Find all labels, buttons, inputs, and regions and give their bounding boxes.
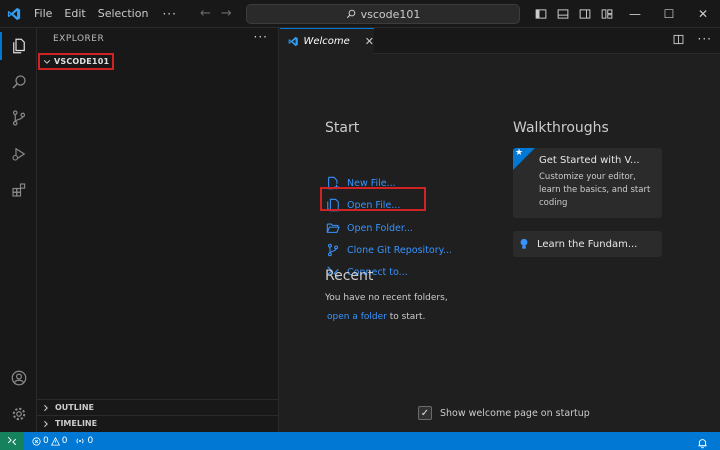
chevron-down-icon: [43, 59, 51, 64]
menu-file[interactable]: File: [28, 0, 58, 28]
recent-suffix-text: to start.: [386, 312, 426, 322]
source-control-icon[interactable]: [0, 100, 37, 136]
editor-area: Welcome ✕ ··· Start New File... Open Fil…: [280, 28, 720, 432]
star-icon: ★: [515, 148, 524, 158]
walkthrough-get-started-card[interactable]: ★ Get Started with V... Customize your e…: [513, 148, 662, 218]
annotation-highlight-box: [320, 187, 426, 211]
warning-icon: [50, 436, 60, 446]
toggle-panel-icon[interactable]: [552, 0, 574, 28]
forward-arrow-icon[interactable]: →: [221, 5, 232, 23]
recent-empty-text: You have no recent folders,: [325, 293, 448, 303]
open-a-folder-link[interactable]: open a folder: [327, 312, 387, 322]
tab-label: Welcome: [303, 36, 350, 47]
open-folder-label: Open Folder...: [347, 222, 413, 234]
recent-open-folder-line: open a folder to start.: [327, 312, 425, 322]
menu-edit[interactable]: Edit: [58, 0, 91, 28]
tab-welcome[interactable]: Welcome ✕: [280, 28, 374, 54]
lightbulb-icon: [520, 238, 528, 249]
walkthrough-title: Learn the Fundam...: [537, 238, 638, 250]
extensions-icon[interactable]: [0, 172, 37, 208]
walkthrough-description: Customize your editor, learn the basics,…: [539, 172, 651, 208]
menu-more-icon[interactable]: ···: [154, 7, 184, 21]
sidebar-more-icon[interactable]: ···: [254, 30, 268, 44]
sidebar-title: EXPLORER: [53, 34, 105, 44]
minimize-button[interactable]: —: [618, 0, 652, 28]
workspace-folder-header[interactable]: VSCODE101: [38, 53, 114, 70]
toggle-secondary-sidebar-icon[interactable]: [574, 0, 596, 28]
vscode-window: File Edit Selection ··· ← → vscode101 — …: [0, 0, 720, 450]
navigation-arrows: ← →: [200, 5, 232, 23]
timeline-section-header[interactable]: TIMELINE: [37, 415, 279, 431]
timeline-label: TIMELINE: [55, 419, 98, 428]
problems-indicator[interactable]: 0 0: [32, 436, 67, 446]
status-bar: 0 0 0: [0, 432, 720, 450]
remote-icon: [7, 436, 17, 446]
open-folder-link[interactable]: Open Folder...: [326, 219, 413, 237]
close-tab-icon[interactable]: ✕: [365, 35, 374, 48]
command-center-text: vscode101: [360, 7, 421, 21]
editor-more-icon[interactable]: ···: [698, 32, 712, 46]
open-folder-icon: [326, 223, 340, 233]
command-center-search[interactable]: vscode101: [246, 4, 520, 24]
walkthroughs-heading: Walkthroughs: [513, 120, 609, 136]
clone-git-repository-label: Clone Git Repository...: [347, 244, 452, 256]
ports-count: 0: [87, 436, 94, 446]
close-button[interactable]: ✕: [686, 0, 720, 28]
outline-section-header[interactable]: OUTLINE: [37, 399, 279, 415]
search-icon[interactable]: [0, 64, 37, 100]
git-clone-icon: [328, 243, 338, 257]
title-right-controls: — ☐ ✕: [530, 0, 720, 28]
outline-label: OUTLINE: [55, 403, 94, 412]
editor-actions: ···: [673, 32, 712, 46]
customize-layout-icon[interactable]: [596, 0, 618, 28]
chevron-right-icon: [44, 420, 48, 427]
back-arrow-icon[interactable]: ←: [200, 5, 211, 23]
editor-tabs: Welcome ✕ ···: [280, 28, 720, 54]
run-debug-icon[interactable]: [0, 136, 37, 172]
chevron-right-icon: [44, 404, 48, 411]
activity-bar: [0, 28, 37, 432]
vscode-logo-icon: [0, 0, 28, 28]
ports-indicator[interactable]: 0: [75, 436, 93, 446]
workspace-folder-name: VSCODE101: [54, 57, 110, 66]
menu-selection[interactable]: Selection: [92, 0, 155, 28]
error-count: 0: [43, 436, 49, 446]
start-heading: Start: [325, 120, 360, 136]
startup-checkbox-label: Show welcome page on startup: [440, 407, 590, 419]
recent-heading: Recent: [325, 268, 374, 284]
menu-bar: File Edit Selection ···: [28, 0, 185, 28]
accounts-icon[interactable]: [0, 360, 37, 396]
manage-gear-icon[interactable]: [0, 396, 37, 432]
startup-checkbox[interactable]: ✓: [418, 406, 432, 420]
toggle-primary-sidebar-icon[interactable]: [530, 0, 552, 28]
search-icon: [346, 9, 355, 19]
vscode-logo-icon: [288, 36, 298, 47]
explorer-sidebar: EXPLORER ··· VSCODE101 OUTLINE TIMELINE: [37, 28, 279, 432]
warning-count: 0: [61, 436, 68, 446]
title-bar: File Edit Selection ··· ← → vscode101 — …: [0, 0, 720, 28]
clone-git-repository-link[interactable]: Clone Git Repository...: [326, 241, 452, 259]
split-editor-icon[interactable]: [673, 34, 684, 45]
explorer-icon[interactable]: [0, 28, 37, 64]
remote-indicator[interactable]: [0, 432, 24, 450]
maximize-button[interactable]: ☐: [652, 0, 686, 28]
walkthrough-title: Get Started with V...: [539, 155, 640, 166]
error-icon: [32, 436, 41, 446]
broadcast-icon: [76, 438, 84, 444]
notifications-bell-icon[interactable]: [697, 434, 708, 450]
walkthrough-fundamentals-card[interactable]: Learn the Fundam...: [513, 231, 662, 257]
show-welcome-on-startup[interactable]: ✓ Show welcome page on startup: [418, 406, 590, 420]
